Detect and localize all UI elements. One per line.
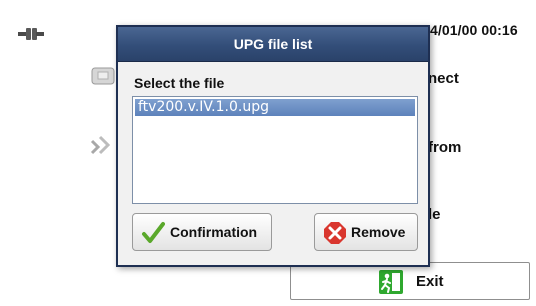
upg-file-dialog: UPG file list Select the file ftv200.v.I… [116,25,430,267]
confirmation-button[interactable]: Confirmation [132,213,272,251]
select-file-label: Select the file [134,75,225,91]
confirmation-label: Confirmation [170,224,258,240]
connect-icon [90,65,118,89]
menu-label-from[interactable]: from [428,139,461,156]
remove-icon [323,221,347,245]
menu-label-connect[interactable]: nect [428,70,459,87]
file-list[interactable]: ftv200.v.IV.1.0.upg [132,96,418,204]
dialog-titlebar: UPG file list [118,27,428,62]
file-list-item[interactable]: ftv200.v.IV.1.0.upg [135,99,415,116]
checkmark-icon [141,221,165,245]
datetime-display: 4/01/00 00:16 [430,22,518,38]
exit-label: Exit [416,273,444,290]
transfer-icon [88,133,116,157]
exit-icon [379,270,403,294]
remove-button[interactable]: Remove [314,213,418,251]
connection-icon [18,26,44,42]
remove-label: Remove [351,224,406,240]
exit-button[interactable]: Exit [290,262,530,300]
dialog-title: UPG file list [233,36,313,52]
